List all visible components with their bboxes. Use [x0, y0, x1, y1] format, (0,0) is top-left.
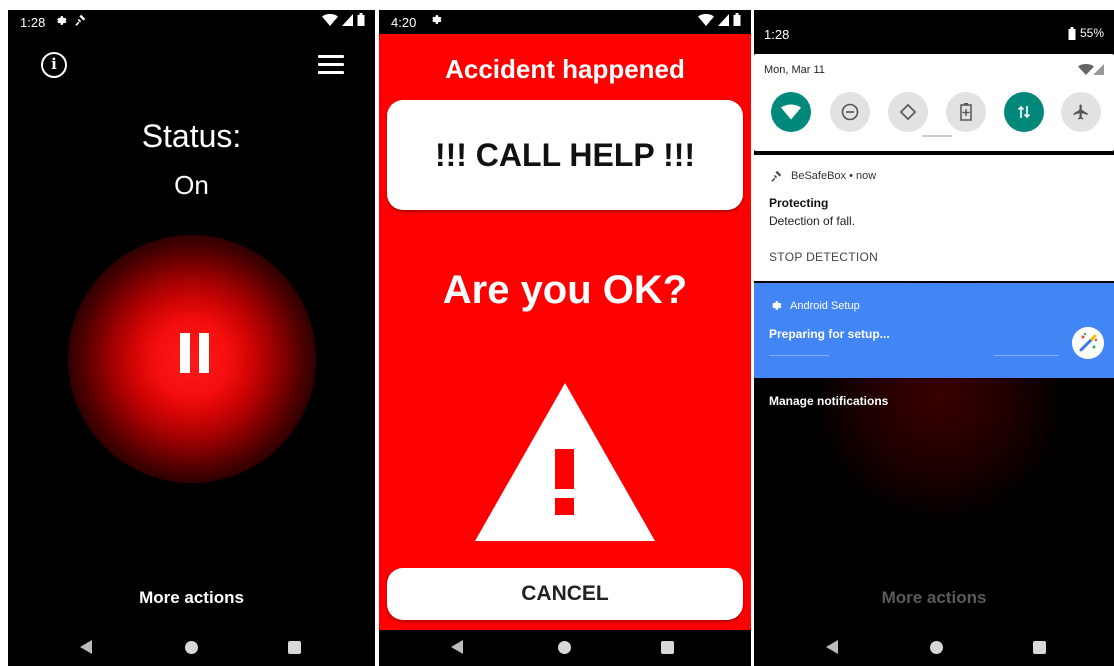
- quick-settings-panel: Mon, Mar 11: [754, 54, 1114, 151]
- back-icon[interactable]: [826, 640, 838, 654]
- pause-icon: [180, 333, 210, 373]
- recents-icon[interactable]: [288, 641, 301, 654]
- wifi-icon: [781, 104, 801, 120]
- are-you-ok-text: Are you OK?: [442, 268, 688, 312]
- gear-icon: [772, 301, 782, 310]
- qs-battery-saver-tile[interactable]: [946, 92, 986, 132]
- manage-notifications-button[interactable]: Manage notifications: [769, 394, 888, 408]
- notification-text: Detection of fall.: [769, 214, 856, 228]
- notification-title: Protecting: [769, 196, 829, 210]
- home-icon[interactable]: [185, 641, 198, 654]
- recents-icon[interactable]: [1033, 641, 1046, 654]
- notification-app-name: Android Setup: [790, 299, 860, 312]
- qs-mobile-data-tile[interactable]: [1004, 92, 1044, 132]
- nav-bar: [8, 630, 375, 666]
- airplane-icon: [1073, 104, 1088, 120]
- warning-icon: [475, 383, 655, 541]
- wifi-icon: [322, 13, 338, 26]
- status-time: 1:28: [764, 27, 790, 42]
- screen-status: 1:28 i Status: On More actions: [8, 10, 375, 666]
- battery-icon: [733, 13, 741, 26]
- stop-detection-button[interactable]: STOP DETECTION: [769, 250, 878, 264]
- status-value: On: [174, 170, 209, 200]
- nav-bar: [754, 630, 1114, 666]
- do-not-disturb-icon: [841, 103, 859, 121]
- notification-app-name: BeSafeBox • now: [791, 170, 877, 182]
- qs-rotate-tile[interactable]: [888, 92, 928, 132]
- gear-icon: [432, 15, 442, 24]
- screen-notifications: 1:28 55% Mon, Mar 11 BeSafeBox • now Pro…: [754, 10, 1114, 666]
- info-icon[interactable]: i: [41, 52, 67, 78]
- battery-percent: 55%: [1079, 26, 1104, 40]
- wifi-icon: [698, 13, 714, 26]
- menu-icon[interactable]: [318, 55, 344, 75]
- back-icon[interactable]: [80, 640, 92, 654]
- status-bar: 1:28 55%: [754, 10, 1114, 54]
- satellite-icon: [75, 14, 86, 26]
- cancel-button[interactable]: CANCEL: [387, 568, 743, 620]
- status-time: 4:20: [391, 15, 417, 30]
- signal-icon: [1078, 64, 1104, 75]
- back-icon[interactable]: [451, 640, 463, 654]
- qs-divider: [922, 135, 952, 137]
- mobile-data-icon: [1017, 105, 1031, 119]
- nav-bar: [379, 630, 751, 666]
- gear-icon: [57, 15, 67, 25]
- satellite-icon: [771, 170, 782, 182]
- home-icon[interactable]: [930, 641, 943, 654]
- rotate-icon: [899, 103, 917, 121]
- signal-icon: [342, 13, 353, 26]
- more-actions-button[interactable]: More actions: [8, 588, 375, 608]
- qs-date: Mon, Mar 11: [764, 64, 825, 76]
- qs-airplane-tile[interactable]: [1061, 92, 1101, 132]
- notification-text: Preparing for setup...: [769, 327, 890, 341]
- status-bar: 1:28: [8, 10, 375, 34]
- more-actions-button: More actions: [881, 588, 987, 607]
- screen-accident: 4:20 Accident happened !!! CALL HELP !!!…: [379, 10, 751, 666]
- accident-title: Accident happened: [445, 54, 685, 84]
- recents-icon[interactable]: [661, 641, 674, 654]
- battery-saver-icon: [960, 103, 972, 121]
- status-bar: 4:20: [379, 10, 751, 34]
- magic-wand-icon: [1072, 327, 1104, 359]
- battery-icon: [1068, 26, 1076, 40]
- signal-icon: [718, 13, 729, 26]
- call-help-button[interactable]: !!! CALL HELP !!!: [387, 100, 743, 210]
- home-icon[interactable]: [558, 641, 571, 654]
- qs-wifi-tile[interactable]: [771, 92, 811, 132]
- status-label: Status:: [141, 118, 242, 154]
- besafebox-notification[interactable]: BeSafeBox • now Protecting Detection of …: [754, 155, 1114, 281]
- status-time: 1:28: [20, 15, 46, 30]
- qs-dnd-tile[interactable]: [830, 92, 870, 132]
- android-setup-notification[interactable]: Android Setup Preparing for setup...: [754, 283, 1114, 378]
- battery-icon: [357, 13, 365, 26]
